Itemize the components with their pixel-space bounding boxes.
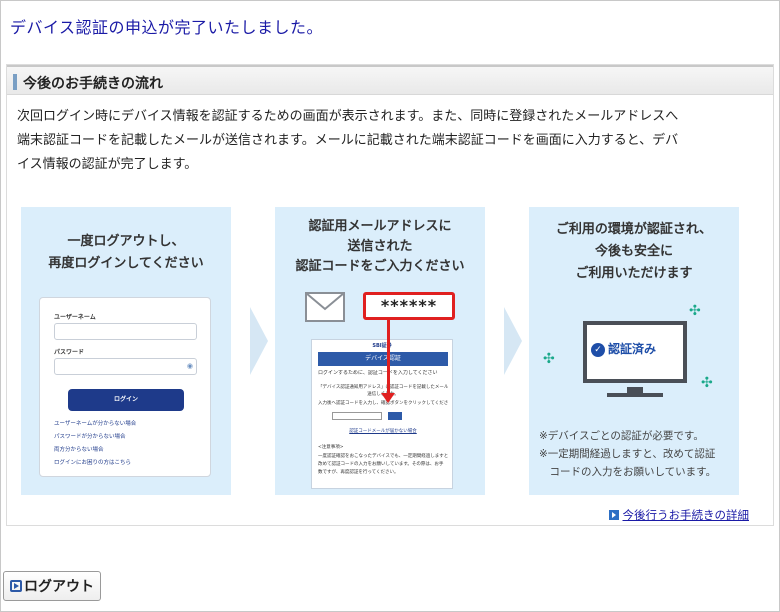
intro-line: イス情報の認証が完了します。 [17,157,198,172]
step-heading-line: 今後も安全に [594,244,673,259]
code-input-illustration [332,412,382,420]
step-heading: 認証用メールアドレスに 送信された 認証コードをご入力ください [275,217,485,277]
verified-text: 認証済み [608,342,657,356]
chevron-right-icon [250,307,268,375]
procedure-details-link[interactable]: 今後行うお手続きの詳細 [608,507,750,523]
chevron-right-icon [504,307,522,375]
username-field-illustration [54,323,197,340]
password-field-illustration: ◉ [54,358,197,375]
login-help-link: パスワードが分からない場合 [54,434,126,440]
verified-label: ✓ 認証済み [591,340,683,357]
login-form-illustration: ユーザーネーム パスワード ◉ ログイン ユーザーネームが分からない場合 パスワ… [39,297,211,477]
arrow-down-icon [387,320,390,396]
step-heading: 一度ログアウトし、 再度ログインしてください [21,231,231,275]
procedure-details-label: 今後行うお手続きの詳細 [622,508,750,522]
code-entry-screen-illustration: SBI証券 デバイス認証 ログインするために、認証コードを入力してください 「デ… [311,339,453,489]
section-header-bar [13,74,17,90]
step-heading-line: 送信された [347,239,413,254]
step-heading-line: ご利用いただけます [575,266,693,281]
check-circle-icon: ✓ [591,343,605,357]
login-help-link: ログインにお困りの方はこちら [54,460,132,466]
logout-icon [10,580,22,592]
step-heading-line: 一度ログアウトし、 [67,234,185,249]
auth-code-bubble: ****** [363,292,455,320]
screen-header: デバイス認証 [318,352,448,366]
notes-text: 数ですが、再度認証を行ってください。 [318,470,399,475]
brand-label: SBI証券 [372,343,392,349]
sparkle-icon: ✣ [701,375,713,391]
step-card-enter-code: 認証用メールアドレスに 送信された 認証コードをご入力ください ****** S… [275,207,485,495]
password-label: パスワード [54,349,85,356]
procedure-section: 今後のお手続きの流れ 次回ログイン時にデバイス情報を認証するための画面が表示され… [6,64,774,526]
arrow-head-icon [381,393,395,403]
login-help-link: ユーザーネームが分からない場合 [54,421,137,427]
section-header: 今後のお手続きの流れ [7,65,773,95]
logout-button[interactable]: ログアウト [3,571,101,601]
screen-text: 「デバイス認証通知用アドレス」に認証コードを記載したメールを [318,385,448,390]
notes-title: <注意事項> [318,445,344,450]
notes-text: 改めて認証コードの入力をお願いしています。その際は、お手 [318,462,444,467]
step-heading-line: 認証用メールアドレスに [308,219,452,234]
envelope-icon [305,292,345,322]
monitor-base [607,393,663,397]
no-email-link: 認証コードメールが届かない場合 [349,429,417,434]
sparkle-icon: ✣ [689,303,701,319]
notes-text: 一度認証確認をおこなったデバイスでも、一定期間経過しますと、 [318,454,448,459]
page-title: デバイス認証の申込が完了いたしました。 [10,18,324,37]
step-card-verified: ご利用の環境が認証され、 今後も安全に ご利用いただけます ✓ 認証済み ✣ ✣ … [529,207,739,495]
login-button-illustration: ログイン [68,389,184,411]
verified-note: ※デバイスごとの認証が必要です。 [539,430,704,442]
intro-text: 次回ログイン時にデバイス情報を認証するための画面が表示されます。また、同時に登録… [17,105,769,177]
verified-note: コードの入力をお願いしています。 [539,466,717,478]
step-card-logout-login: 一度ログアウトし、 再度ログインしてください ユーザーネーム パスワード ◉ ロ… [21,207,231,495]
username-label: ユーザーネーム [54,314,96,321]
step-heading: ご利用の環境が認証され、 今後も安全に ご利用いただけます [529,219,739,285]
link-arrow-icon [608,510,619,520]
logout-label: ログアウト [24,579,94,595]
section-heading: 今後のお手続きの流れ [23,76,163,92]
step-heading-line: 認証コードをご入力ください [295,259,465,274]
verified-note: ※一定期間経過しますと、改めて認証 [539,448,716,460]
step-heading-line: 再度ログインしてください [48,256,204,271]
sparkle-icon: ✣ [543,351,555,367]
intro-line: 次回ログイン時にデバイス情報を認証するための画面が表示されます。また、同時に登録… [17,109,679,124]
screen-text: ログインするために、認証コードを入力してください [318,370,438,376]
confirm-button-illustration [388,412,402,420]
eye-icon: ◉ [186,362,193,370]
login-help-link: 両方分からない場合 [54,447,104,453]
step-heading-line: ご利用の環境が認証され、 [555,222,713,237]
intro-line: 端末認証コードを記載したメールが送信されます。メールに記載された端末認証コードを… [17,133,679,148]
